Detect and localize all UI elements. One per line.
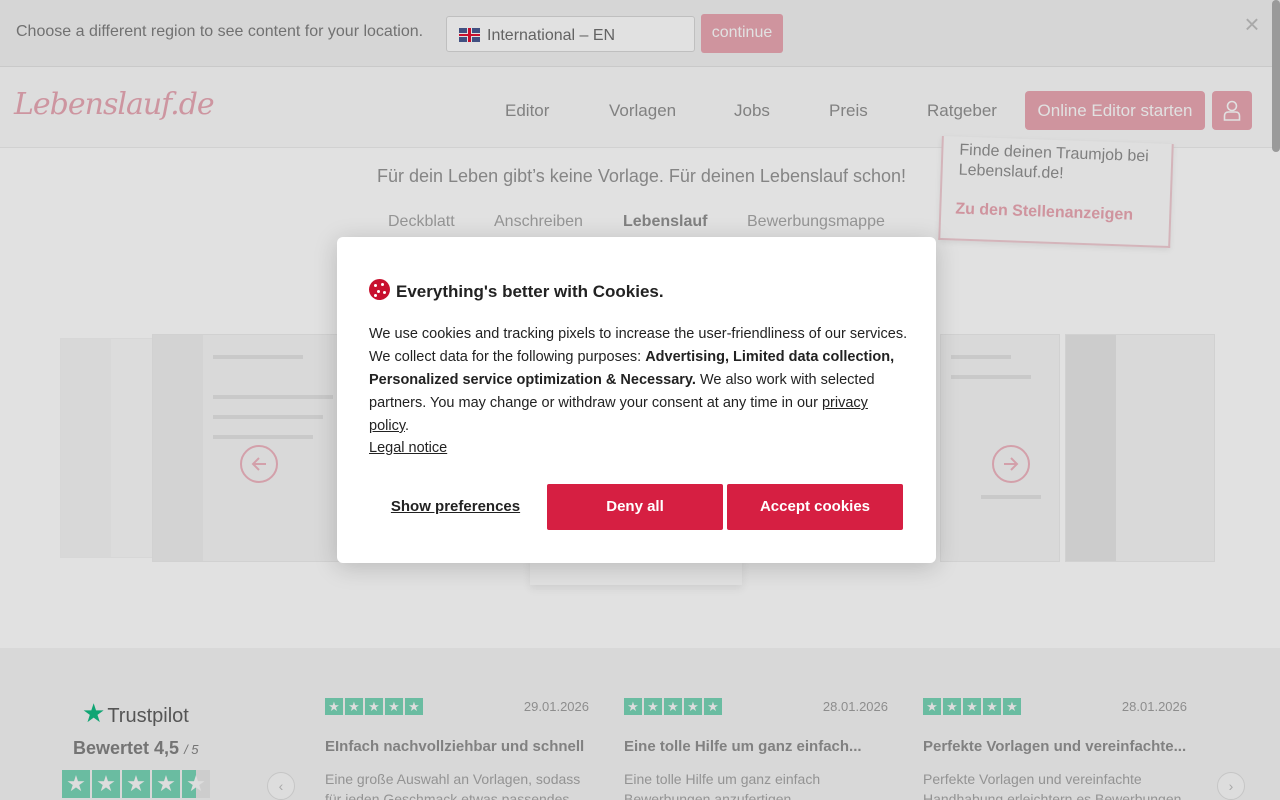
deny-all-button[interactable]: Deny all bbox=[547, 484, 723, 530]
show-preferences-button[interactable]: Show preferences bbox=[369, 484, 542, 530]
accept-cookies-button[interactable]: Accept cookies bbox=[727, 484, 903, 530]
page-scrollbar[interactable] bbox=[1272, 0, 1280, 152]
cookie-dialog-title: Everything's better with Cookies. bbox=[396, 282, 664, 301]
legal-notice-link[interactable]: Legal notice bbox=[369, 440, 447, 456]
cookie-icon bbox=[369, 279, 390, 300]
cookie-dialog-text: We use cookies and tracking pixels to in… bbox=[369, 326, 908, 434]
cookie-consent-dialog: Everything's better with Cookies. We use… bbox=[337, 237, 936, 563]
